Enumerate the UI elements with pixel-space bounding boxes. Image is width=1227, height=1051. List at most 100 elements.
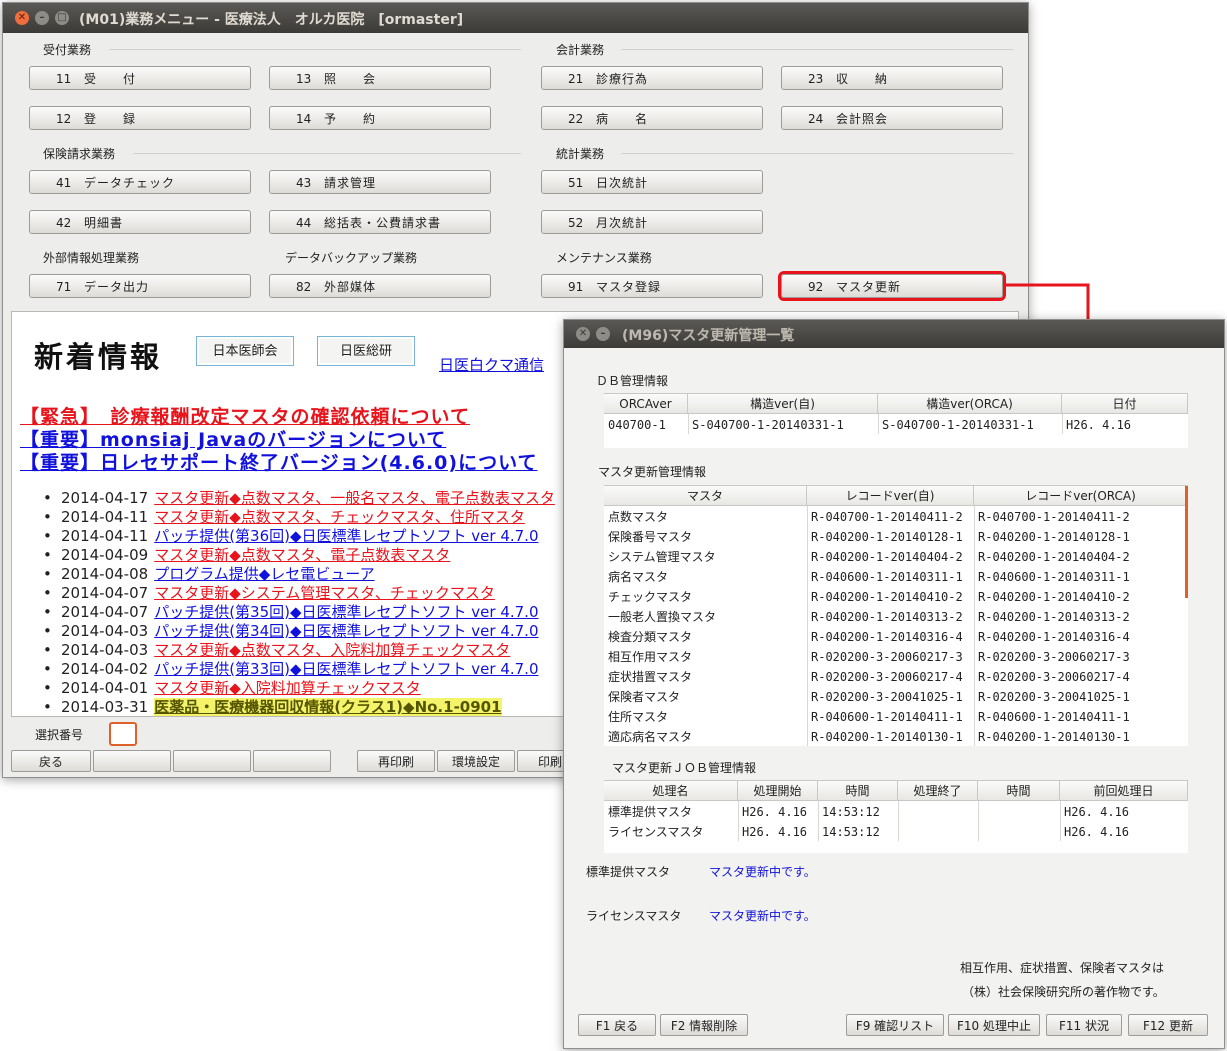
news-link[interactable]: 医薬品・医療機器回収情報(クラス1)◆No.1-0901 [154,698,502,716]
master-scrollbar[interactable] [1185,486,1188,598]
close-icon[interactable]: ✕ [15,11,29,25]
minimize-icon[interactable]: – [596,327,610,341]
function-button-blank[interactable] [93,750,171,772]
kuma-link[interactable]: 日医白クマ通信 [439,354,544,375]
news-item: 2014-04-02 パッチ提供(第33回)◆日医標準レセプトソフト ver 4.… [43,660,564,679]
master-version-cell: R-040200-1-20140410-2 [811,590,963,604]
news-link[interactable]: パッチ提供(第36回)◆日医標準レセプトソフト ver 4.7.0 [154,527,538,545]
menu-button-52[interactable]: 52 月次統計 [541,210,763,234]
menu-button-14[interactable]: 14 予 約 [269,106,491,130]
minimize-icon[interactable]: – [35,11,49,25]
button-number: 21 [568,72,584,86]
menu-button-22[interactable]: 22 病 名 [541,106,763,130]
master-version-cell: R-020200-3-20060217-4 [978,670,1130,684]
menu-button-12[interactable]: 12 登 録 [29,106,251,130]
master-name-cell: 点数マスタ [608,510,669,524]
news-link[interactable]: パッチ提供(第33回)◆日医標準レセプトソフト ver 4.7.0 [154,660,538,678]
menu-button-43[interactable]: 43 請求管理 [269,170,491,194]
f1-back-button[interactable]: F1 戻る [578,1014,656,1036]
news-item: 2014-04-11 パッチ提供(第36回)◆日医標準レセプトソフト ver 4.… [43,527,564,546]
important-headline-2[interactable]: 【重要】日レセサポート終了バージョン(4.6.0)について [20,448,538,475]
menu-button-51[interactable]: 51 日次統計 [541,170,763,194]
status-message-2: マスタ更新中です。 [709,909,816,923]
menu-button-21[interactable]: 21 診療行為 [541,66,763,90]
reprint-button[interactable]: 再印刷 [357,750,435,772]
news-link[interactable]: パッチ提供(第34回)◆日医標準レセプトソフト ver 4.7.0 [154,622,538,640]
function-button-blank[interactable] [173,750,251,772]
function-button-blank[interactable] [253,750,331,772]
master-name-cell: 症状措置マスタ [608,670,693,684]
button-label: 明細書 [84,216,124,230]
news-link[interactable]: マスタ更新◆点数マスタ、電子点数表マスタ [154,546,450,564]
master-version-cell: R-040700-1-20140411-2 [811,510,963,524]
f10-abort-button[interactable]: F10 処理中止 [948,1014,1040,1036]
master-version-cell: R-040200-1-20140313-2 [978,610,1130,624]
master-table: マスタ レコードver(自) レコードver(ORCA) 点数マスタ R-0407… [604,485,1188,746]
menu-button-42[interactable]: 42 明細書 [29,210,251,234]
master-name-cell: 病名マスタ [608,570,669,584]
button-number: 91 [568,280,584,294]
news-link[interactable]: マスタ更新◆システム管理マスタ、チェックマスタ [154,584,495,602]
maximize-icon[interactable]: □ [55,11,69,25]
db-header-orcaver: ORCAver [604,394,688,414]
f9-check-list-button[interactable]: F9 確認リスト [846,1014,944,1036]
button-label: 請求管理 [324,176,377,190]
close-icon[interactable]: ✕ [576,327,590,341]
menu-button-24[interactable]: 24 会計照会 [781,106,1003,130]
button-number: 82 [296,280,312,294]
news-item: 2014-03-31 医薬品・医療機器回収情報(クラス1)◆No.1-0901 [43,698,564,717]
news-link[interactable]: マスタ更新◆入院料加算チェックマスタ [154,679,421,697]
job-cell: H26. 4.16 [742,805,808,819]
status-label-2: ライセンスマスタ [586,909,682,923]
db-header-kouzou-self: 構造ver(自) [688,394,878,414]
master-version-cell: R-040200-1-20140130-1 [811,730,963,744]
job-section-label: マスタ更新ＪＯＢ管理情報 [612,761,757,775]
master-header-orca: レコードver(ORCA) [974,486,1188,506]
button-label: マスタ更新 [836,280,902,294]
master-version-cell: R-040600-1-20140311-1 [811,570,963,584]
menu-button-13[interactable]: 13 照 会 [269,66,491,90]
master-name-cell: 一般老人置換マスタ [608,610,717,624]
master-name-cell: 相互作用マスタ [608,650,693,664]
group-maint: メンテナンス業務 [556,251,652,265]
menu-button-44[interactable]: 44 総括表・公費請求書 [269,210,491,234]
job-cell: ライセンスマスタ [608,825,704,839]
news-item: 2014-04-03 パッチ提供(第34回)◆日医標準レセプトソフト ver 4.… [43,622,564,641]
column-divider [878,414,879,434]
news-link[interactable]: マスタ更新◆点数マスタ、一般名マスタ、電子点数表マスタ [154,489,555,507]
button-number: 71 [56,280,72,294]
menu-button-41[interactable]: 41 データチェック [29,170,251,194]
column-divider [818,801,819,841]
select-number-input[interactable] [109,722,137,746]
menu-button-23[interactable]: 23 収 納 [781,66,1003,90]
menu-button-71[interactable]: 71 データ出力 [29,274,251,298]
menu-button-11[interactable]: 11 受 付 [29,66,251,90]
master-version-cell: R-040200-1-20140128-1 [811,530,963,544]
f12-update-button[interactable]: F12 更新 [1128,1014,1208,1036]
back-button[interactable]: 戻る [11,750,91,772]
button-number: 52 [568,216,584,230]
db-cell: 040700-1 [608,418,666,432]
job-header: 時間 [818,781,898,801]
db-cell: S-040700-1-20140331-1 [882,418,1034,432]
ishikai-link-button[interactable]: 日本医師会 [196,336,294,366]
settings-button[interactable]: 環境設定 [437,750,515,772]
f11-status-button[interactable]: F11 状況 [1046,1014,1122,1036]
news-link[interactable]: マスタ更新◆点数マスタ、チェックマスタ、住所マスタ [154,508,525,526]
news-link[interactable]: パッチ提供(第35回)◆日医標準レセプトソフト ver 4.7.0 [154,603,538,621]
column-divider [738,801,739,841]
menu-button-92[interactable]: 92 マスタ更新 [781,274,1003,298]
news-link[interactable]: プログラム提供◆レセ電ビューア [154,565,375,583]
news-item: 2014-04-03 マスタ更新◆点数マスタ、入院料加算チェックマスタ [43,641,564,660]
news-list: 2014-04-17マスタ更新◆点数マスタ、一般名マスタ、電子点数表マスタ201… [43,489,564,717]
db-section-label: ＤＢ管理情報 [596,374,669,388]
menu-button-82[interactable]: 82 外部媒体 [269,274,491,298]
job-cell: 標準提供マスタ [608,805,693,819]
menu-button-91[interactable]: 91 マスタ登録 [541,274,763,298]
news-link[interactable]: マスタ更新◆点数マスタ、入院料加算チェックマスタ [154,641,510,659]
isoken-link-button[interactable]: 日医総研 [317,336,415,366]
status-label-1: 標準提供マスタ [586,865,671,879]
news-date: 2014-04-08 [61,565,149,583]
select-number-label: 選択番号 [35,728,84,742]
f2-delete-info-button[interactable]: F2 情報削除 [660,1014,748,1036]
